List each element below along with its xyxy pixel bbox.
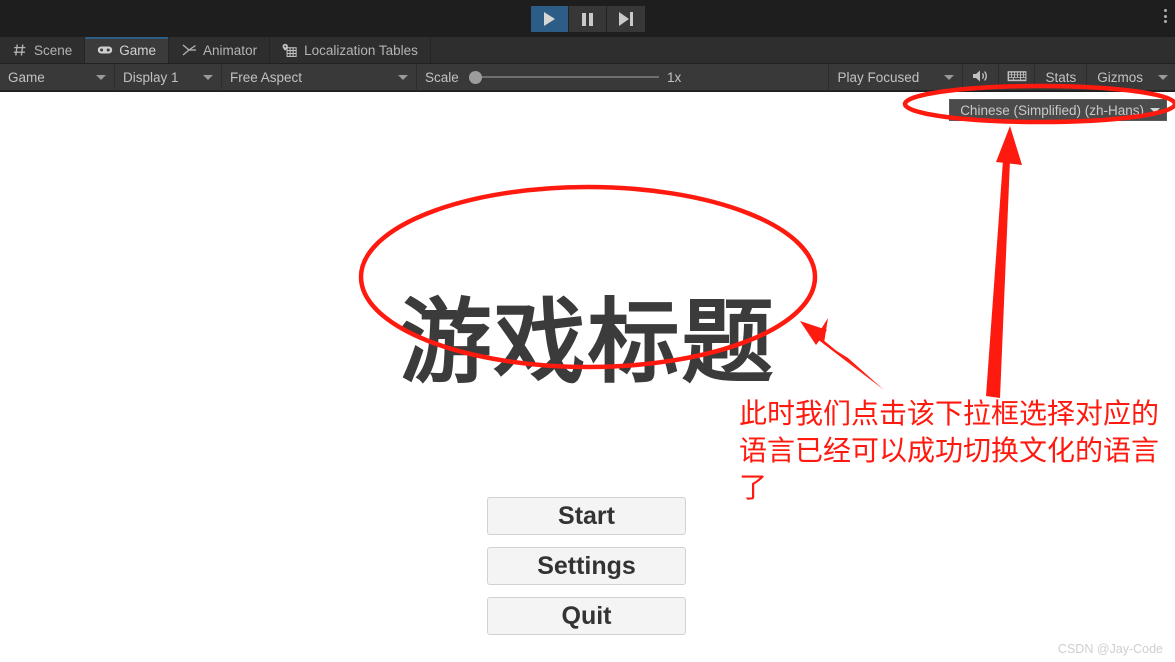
localization-icon [282, 42, 298, 58]
tab-animator[interactable]: Animator [169, 37, 271, 63]
pause-icon [581, 12, 593, 26]
gizmos-button[interactable]: Gizmos [1087, 64, 1151, 91]
view-type-dropdown[interactable]: Game [0, 63, 115, 91]
view-type-value: Game [8, 69, 45, 85]
start-button[interactable]: Start [487, 497, 686, 535]
scale-slider-knob[interactable] [468, 70, 482, 84]
language-dropdown[interactable]: Chinese (Simplified) (zh-Hans) [949, 99, 1167, 121]
language-dropdown-value: Chinese (Simplified) (zh-Hans) [960, 102, 1144, 118]
game-view-control-bar: Game Display 1 Free Aspect Scale 1x Play… [0, 63, 1175, 91]
tab-localization-label: Localization Tables [304, 42, 418, 58]
main-menu: Start Settings Quit [487, 497, 686, 635]
pause-button[interactable] [568, 6, 607, 32]
keyboard-icon [1007, 69, 1027, 86]
animator-icon [181, 42, 197, 58]
step-icon [618, 12, 633, 26]
play-mode-value: Play Focused [837, 69, 920, 85]
start-button-label: Start [558, 501, 615, 530]
chevron-down-icon [944, 74, 955, 80]
annotation-text: 此时我们点击该下拉框选择对应的语言已经可以成功切换文化的语言了 [739, 397, 1160, 504]
tab-game[interactable]: Game [85, 37, 170, 63]
stats-button[interactable]: Stats [1035, 63, 1088, 91]
chevron-down-icon [1150, 107, 1160, 113]
scale-slider-track [468, 76, 659, 78]
gamepad-icon [97, 42, 113, 58]
scale-value: 1x [667, 69, 682, 85]
speaker-icon [972, 69, 990, 86]
mute-audio-button[interactable] [963, 63, 1000, 91]
play-controls-group [530, 6, 645, 32]
chevron-down-icon [398, 74, 408, 80]
quit-button-label: Quit [561, 601, 612, 630]
tab-game-label: Game [119, 42, 157, 58]
aspect-value: Free Aspect [230, 69, 303, 85]
settings-button[interactable]: Settings [487, 547, 686, 585]
game-view: Chinese (Simplified) (zh-Hans) 游戏标题 Star… [0, 92, 1175, 662]
tab-strip-filler [430, 37, 1175, 63]
tab-animator-label: Animator [203, 42, 258, 58]
game-title: 游戏标题 [399, 289, 776, 396]
stats-keyboard-button[interactable] [999, 63, 1036, 91]
gizmos-label: Gizmos [1097, 69, 1143, 85]
tab-scene-label: Scene [34, 42, 73, 58]
chevron-down-icon [96, 74, 106, 80]
play-icon [543, 12, 555, 26]
display-value: Display 1 [123, 69, 179, 85]
panel-tab-strip: Scene Game Animator Localization Tables [0, 37, 1175, 64]
play-toolbar [0, 0, 1175, 38]
grid-icon [12, 42, 28, 58]
scale-slider[interactable] [468, 70, 659, 84]
settings-button-label: Settings [537, 551, 636, 580]
aspect-ratio-dropdown[interactable]: Free Aspect [222, 63, 417, 91]
step-button[interactable] [606, 6, 645, 32]
tab-scene[interactable]: Scene [0, 37, 86, 63]
scale-value-readout: 1x [667, 64, 709, 91]
display-dropdown[interactable]: Display 1 [115, 63, 222, 91]
chevron-down-icon [1158, 74, 1168, 80]
scale-label: Scale [425, 69, 459, 85]
gizmos-dropdown[interactable] [1151, 64, 1175, 91]
play-mode-dropdown[interactable]: Play Focused [829, 63, 964, 91]
chevron-down-icon [203, 74, 213, 80]
control-bar-spacer [709, 63, 830, 91]
tab-localization-tables[interactable]: Localization Tables [270, 37, 431, 63]
play-button[interactable] [530, 6, 569, 32]
scale-control[interactable]: Scale [417, 64, 667, 91]
watermark: CSDN @Jay-Code [1057, 642, 1163, 656]
unity-editor-window: Scene Game Animator Localization Tables … [0, 0, 1175, 662]
more-options-icon[interactable] [1164, 9, 1167, 23]
stats-label: Stats [1045, 69, 1077, 85]
quit-button[interactable]: Quit [487, 597, 686, 635]
